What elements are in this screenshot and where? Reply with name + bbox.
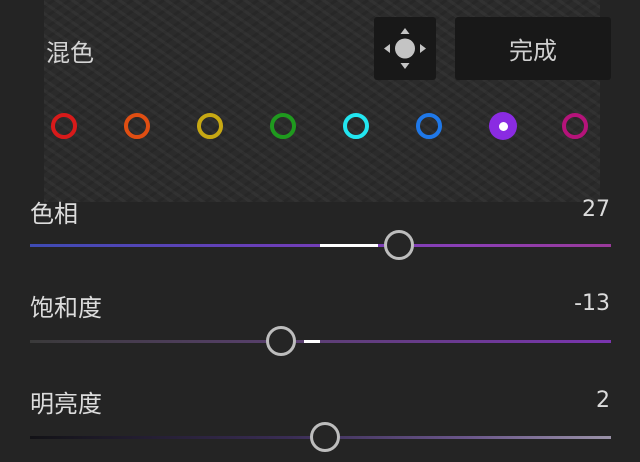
hue-label: 色相 bbox=[30, 200, 78, 228]
saturation-slider-track[interactable] bbox=[30, 340, 611, 343]
color-swatch-purple[interactable] bbox=[489, 112, 517, 140]
color-swatch-yellow[interactable] bbox=[197, 113, 223, 139]
done-button[interactable]: 完成 bbox=[455, 17, 611, 80]
saturation-slider-fill bbox=[304, 340, 320, 343]
saturation-label: 饱和度 bbox=[30, 294, 102, 322]
target-adjust-icon bbox=[384, 28, 426, 69]
hue-slider-fill bbox=[320, 244, 378, 247]
luminance-slider-thumb[interactable] bbox=[310, 422, 340, 452]
color-swatch-orange[interactable] bbox=[124, 113, 150, 139]
color-swatch-blue[interactable] bbox=[416, 113, 442, 139]
panel-title: 混色 bbox=[46, 39, 94, 67]
color-swatch-aqua[interactable] bbox=[343, 113, 369, 139]
saturation-value: -13 bbox=[574, 291, 610, 316]
color-swatch-red[interactable] bbox=[51, 113, 77, 139]
targeted-adjustment-button[interactable] bbox=[374, 17, 436, 80]
saturation-slider-thumb[interactable] bbox=[266, 326, 296, 356]
color-swatch-green[interactable] bbox=[270, 113, 296, 139]
selected-dot-icon bbox=[498, 121, 508, 131]
color-swatch-magenta[interactable] bbox=[562, 113, 588, 139]
hue-slider-thumb[interactable] bbox=[384, 230, 414, 260]
luminance-value: 2 bbox=[596, 388, 610, 413]
hue-value: 27 bbox=[582, 197, 610, 222]
luminance-label: 明亮度 bbox=[30, 390, 102, 418]
